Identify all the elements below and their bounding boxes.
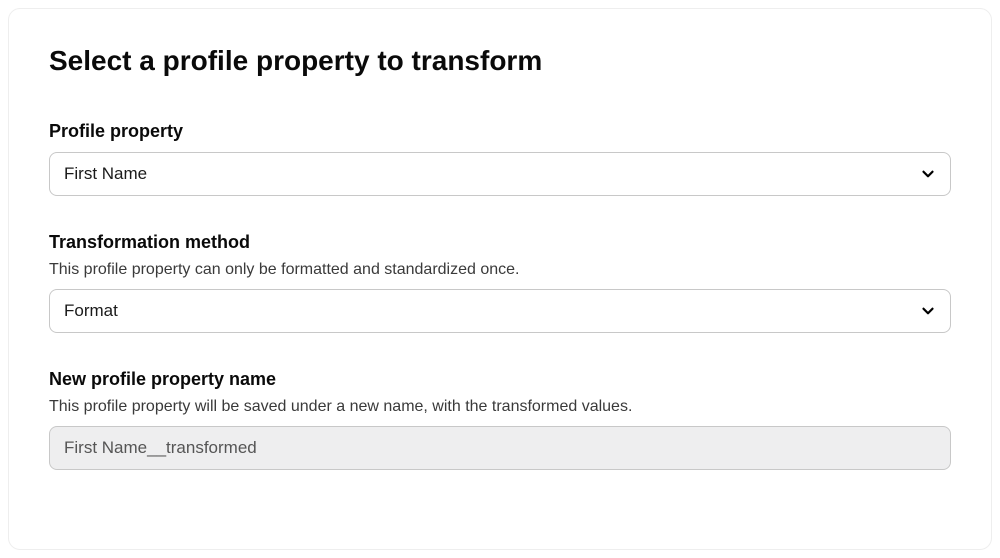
transformation-method-label: Transformation method [49,232,951,253]
form-card: Select a profile property to transform P… [8,8,992,550]
profile-property-select[interactable]: First Name [49,152,951,196]
new-property-name-label: New profile property name [49,369,951,390]
transformation-method-group: Transformation method This profile prope… [49,232,951,333]
transformation-method-select[interactable]: Format [49,289,951,333]
profile-property-label: Profile property [49,121,951,142]
new-property-name-help: This profile property will be saved unde… [49,398,951,416]
profile-property-value: First Name [49,152,951,196]
new-property-name-group: New profile property name This profile p… [49,369,951,470]
page-title: Select a profile property to transform [49,45,951,77]
transformation-method-help: This profile property can only be format… [49,261,951,279]
profile-property-group: Profile property First Name [49,121,951,196]
transformation-method-value: Format [49,289,951,333]
new-property-name-input [49,426,951,470]
